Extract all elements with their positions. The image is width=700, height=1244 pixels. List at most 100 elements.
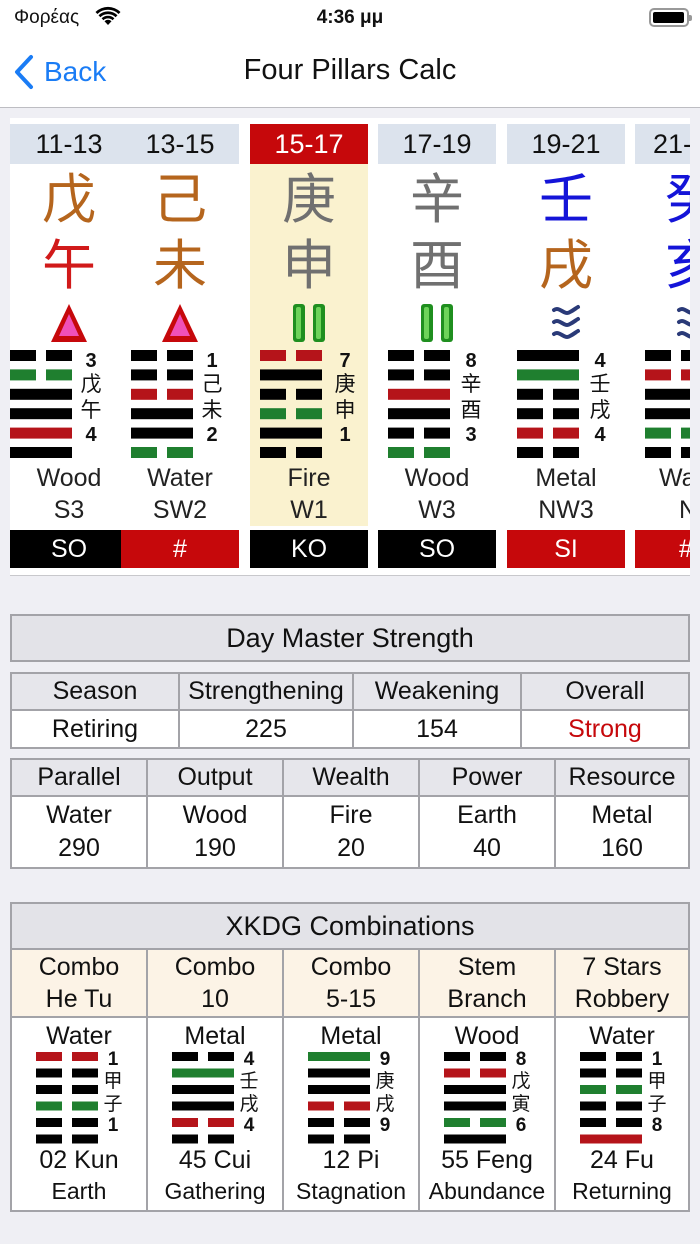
element-cell: Wood 190 [146, 795, 284, 869]
hexagram-line [424, 350, 450, 361]
hexagram-line [36, 1052, 62, 1061]
hexagram-line [46, 369, 72, 381]
hour-pillar[interactable]: 21- 癸 亥 Wa N # [635, 124, 690, 570]
hexagram-line [10, 447, 72, 458]
hexagram-line [681, 447, 690, 458]
hexagram-line [10, 388, 72, 400]
hexagram-branch-char: 酉 [460, 399, 482, 422]
hexagram-upper-number: 1 [107, 1049, 119, 1070]
hexagram-numbers: 4 壬 戌 4 [585, 350, 615, 446]
combo-header: Stem Branch [418, 948, 556, 1018]
hexagram-line [36, 1101, 62, 1111]
strengthening-value: 225 [178, 709, 354, 749]
hexagram-upper-number: 4 [243, 1049, 255, 1070]
hexagram-branch-char: 寅 [511, 1094, 531, 1115]
hexagram-icon [308, 1052, 370, 1144]
combo-cell[interactable]: Water 1甲子1 02 Kun Earth [10, 1016, 148, 1212]
hexagram-name: 02 Kun [39, 1146, 119, 1174]
hexagram-line [260, 447, 286, 458]
hexagram-lower-number: 1 [107, 1115, 119, 1136]
hexagram-line [167, 350, 193, 361]
hexagram-line [308, 1068, 370, 1078]
hexagram-line [580, 1052, 606, 1061]
hexagram-upper-number: 7 [339, 350, 351, 372]
hexagram-line [388, 447, 414, 458]
element-score: 290 [58, 834, 100, 862]
hexagram-numbers: 1 己 未 2 [197, 350, 227, 446]
hexagram-line [424, 447, 450, 458]
hexagram-line [517, 350, 579, 361]
hour-pillar[interactable]: 11-13 戊 午 3 戊 午 4 Wood S3 SO [10, 124, 128, 570]
hexagram-stem-char: 甲 [103, 1071, 123, 1092]
season-value: Retiring [10, 709, 180, 749]
hexagram-icon [10, 350, 72, 458]
table-header: Strengthening [178, 672, 354, 711]
hexagram-name: 24 Fu [590, 1146, 654, 1174]
combo-element: Water [46, 1022, 112, 1050]
combo-cell[interactable]: Metal 9庚戌9 12 Pi Stagnation [282, 1016, 420, 1212]
pillar-position: NW3 [538, 496, 594, 524]
hexagram-line [260, 350, 286, 361]
hexagram-line [131, 350, 157, 361]
hexagram-branch-char: 午 [80, 399, 102, 422]
table-header: Power [418, 758, 556, 797]
hexagram-line [444, 1052, 470, 1061]
hexagram-upper-number: 1 [651, 1049, 663, 1070]
hexagram-stem-char: 庚 [375, 1071, 395, 1092]
combo-header-line2: Branch [447, 985, 527, 1013]
hour-range: 11-13 [10, 124, 128, 164]
hexagram-line [344, 1101, 370, 1111]
hour-pillar[interactable]: 19-21 壬 戌 4 壬 戌 4 Metal NW3 SI [507, 124, 625, 570]
combo-element: Metal [184, 1022, 246, 1050]
hexagram-line [72, 1068, 98, 1078]
pillar-element: Water [147, 464, 213, 492]
hexagram-icon [580, 1052, 642, 1144]
element-cell: Fire 20 [282, 795, 420, 869]
hexagram-line [580, 1134, 642, 1144]
earthly-branch: 申 [282, 234, 336, 297]
hexagram-line [131, 427, 193, 439]
combo-header-line1: 7 Stars [582, 953, 662, 981]
hexagram-line [296, 388, 322, 400]
hexagram-icon [131, 350, 193, 458]
xkdg-combinations-panel: XKDG Combinations Combo He Tu Combo 10 Com… [10, 902, 690, 1212]
pillar-element: Metal [535, 464, 597, 492]
pillar-tag: KO [250, 530, 368, 568]
earthly-branch: 亥 [635, 234, 690, 298]
hexagram-line [10, 427, 72, 439]
hour-pillar[interactable]: 13-15 己 未 1 己 未 2 Water SW2 # [121, 124, 239, 570]
hexagram-line [172, 1101, 234, 1111]
hexagram-line [308, 1118, 334, 1127]
hexagram-meaning: Earth [51, 1178, 107, 1204]
earthly-branch: 戌 [539, 234, 593, 297]
hexagram-line [131, 447, 157, 458]
section-title: XKDG Combinations [10, 902, 690, 950]
hexagram-line [296, 408, 322, 420]
hexagram-line [296, 447, 322, 458]
page-title: Four Pillars Calc [243, 54, 457, 86]
hexagram-upper-number: 8 [465, 350, 477, 372]
hexagram-line [444, 1118, 470, 1127]
hour-pillars-scroller[interactable]: 11-13 戊 午 3 戊 午 4 Wood S3 SO 13-15 己 未 1… [10, 118, 690, 576]
pillar-element: Fire [287, 464, 331, 492]
hour-pillar[interactable]: 17-19 辛 酉 8 辛 酉 3 Wood W3 SO [378, 124, 496, 570]
combo-cell[interactable]: Wood 8戊寅6 55 Feng Abundance [418, 1016, 556, 1212]
hexagram-stem-char: 壬 [589, 373, 611, 396]
hexagram-line [517, 427, 543, 439]
heavenly-stem: 己 [153, 168, 207, 231]
pillar-element: Wood [36, 464, 102, 492]
hexagram-line [260, 369, 322, 381]
hexagram-line [308, 1052, 370, 1061]
hexagram-stem-char: 己 [201, 373, 223, 396]
element-cell: Water 290 [10, 795, 148, 869]
combo-cell[interactable]: Metal 4壬戌4 45 Cui Gathering [146, 1016, 284, 1212]
hexagram-icon [645, 350, 690, 458]
hexagram-lower-number: 2 [206, 424, 218, 446]
hexagram-numbers: 3 戊 午 4 [76, 350, 106, 446]
hexagram-numbers: 7 庚 申 1 [330, 350, 360, 446]
hour-pillar-selected[interactable]: 15-17 庚 申 7 庚 申 1 Fire W1 KO [250, 124, 368, 570]
combo-cell[interactable]: Water 1甲子8 24 Fu Returning [554, 1016, 690, 1212]
heavenly-stem: 辛 [410, 168, 464, 231]
hexagram-line [645, 408, 690, 420]
hexagram-line [553, 427, 579, 439]
